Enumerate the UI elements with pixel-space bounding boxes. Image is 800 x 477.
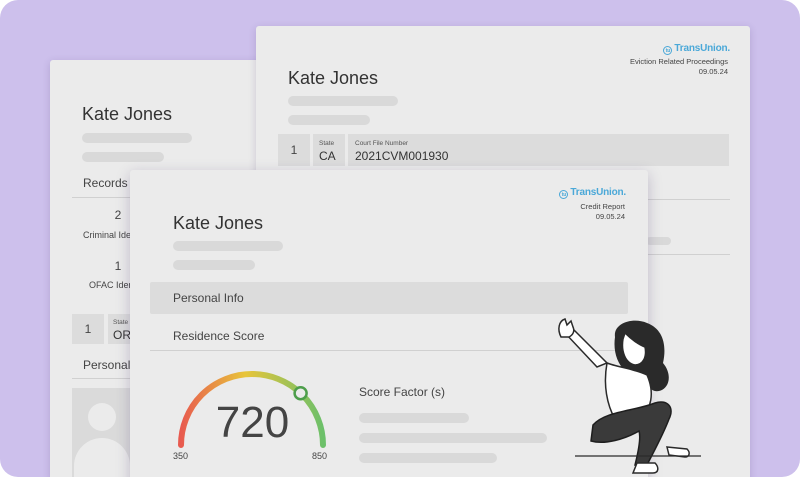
score-max: 850 (312, 451, 328, 461)
personal-info-label: Personal Info (173, 291, 244, 305)
ofac-count: 1 (114, 259, 122, 273)
woman-illustration (558, 318, 701, 474)
placeholder-line (288, 115, 370, 125)
placeholder-line (173, 241, 283, 251)
subject-name: Kate Jones (288, 68, 379, 88)
transunion-mark-icon: tu (663, 46, 673, 55)
personal-info-row[interactable]: Personal Info (150, 282, 628, 314)
score-value: 720 (215, 398, 290, 447)
row-index-cell: 1 (278, 134, 310, 166)
state-label: State (319, 140, 335, 147)
transunion-logo: tu TransUnion. (663, 43, 730, 55)
personal-heading: Personal (83, 358, 131, 372)
state-value: CA (319, 149, 336, 163)
ofac-label: OFAC Iden (89, 280, 134, 290)
row-index: 1 (84, 322, 92, 336)
court-file-label: Court File Number (355, 140, 409, 147)
court-file-number: 2021CVM001930 (355, 149, 449, 163)
report-date: 09.05.24 (595, 212, 625, 221)
avatar (72, 388, 132, 477)
placeholder-line (359, 433, 547, 443)
residence-score-heading: Residence Score (173, 329, 265, 343)
subject-name: Kate Jones (82, 104, 173, 124)
avatar-body (74, 438, 130, 477)
transunion-logo-text: TransUnion. (570, 187, 626, 198)
placeholder-line (82, 152, 164, 162)
criminal-count: 2 (114, 208, 122, 222)
shoe (631, 462, 659, 474)
report-type: Eviction Related Proceedings (630, 57, 728, 66)
row-index-cell: 1 (72, 314, 104, 344)
row-index: 1 (290, 143, 298, 157)
placeholder-line (646, 237, 671, 245)
report-date: 09.05.24 (698, 67, 728, 76)
avatar-head (88, 403, 116, 431)
transunion-logo-text: TransUnion. (674, 43, 730, 54)
subject-name: Kate Jones (173, 213, 264, 233)
report-meta: Eviction Related Proceedings 09.05.24 (630, 57, 728, 77)
placeholder-line (359, 453, 497, 463)
criminal-label: Criminal Ide (83, 230, 132, 240)
score-factor-heading: Score Factor (s) (359, 385, 446, 399)
placeholder-line (173, 260, 255, 270)
state-cell: State CA (313, 134, 345, 166)
state-value: OR (113, 328, 131, 342)
records-heading: Records (83, 176, 128, 190)
score-min: 350 (173, 451, 189, 461)
placeholder-line (82, 133, 192, 143)
court-file-cell: Court File Number 2021CVM001930 (348, 134, 729, 166)
placeholder-line (359, 413, 469, 423)
divider (646, 254, 730, 255)
state-label: State (113, 319, 129, 326)
canvas: Kate Jones Records 2 Criminal Ide 1 OFAC… (0, 0, 800, 477)
waving-hand (558, 318, 575, 338)
placeholder-line (288, 96, 398, 106)
report-type: Credit Report (580, 202, 625, 211)
transunion-mark-icon: tu (559, 190, 569, 199)
gauge-indicator (293, 385, 308, 401)
transunion-logo: tu TransUnion. (559, 187, 626, 199)
report-meta: Credit Report 09.05.24 (580, 202, 625, 222)
